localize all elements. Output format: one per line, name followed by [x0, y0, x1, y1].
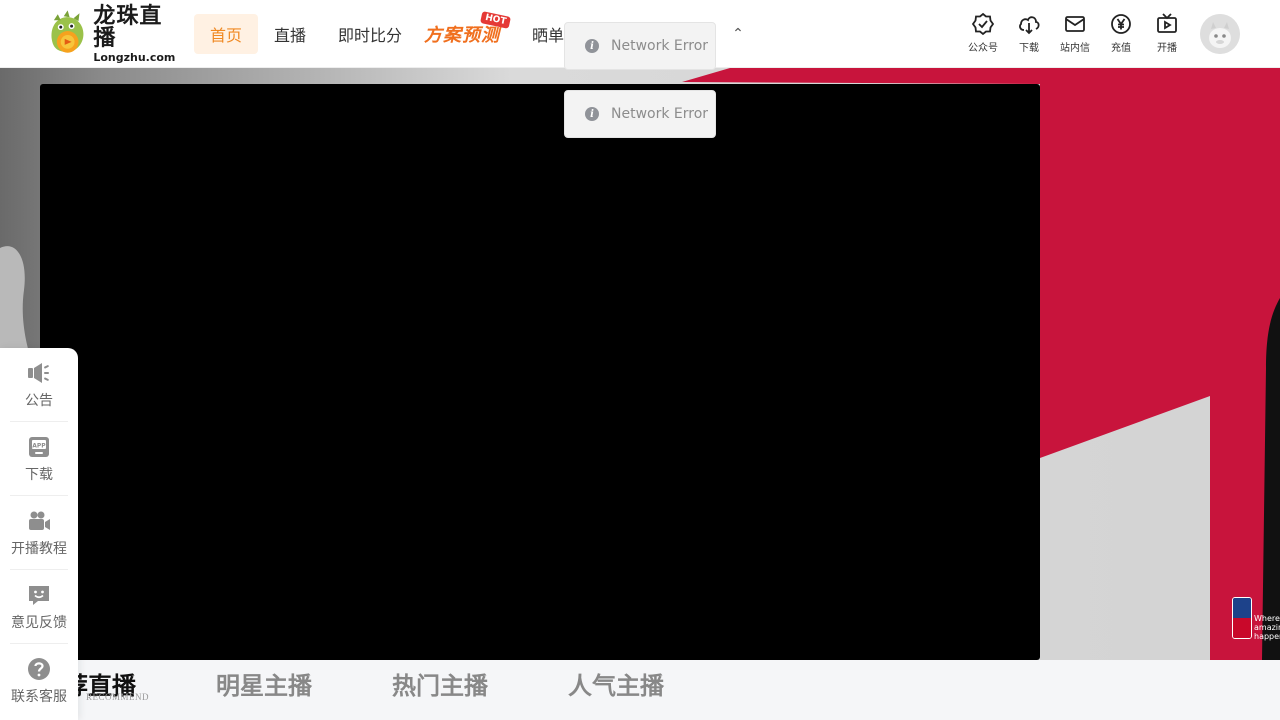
- nba-logo: [1232, 597, 1252, 639]
- nav-live[interactable]: 直播: [258, 14, 322, 54]
- tab-star-streamers[interactable]: 明星主播: [216, 666, 312, 701]
- side-toolbar: 公告 APP 下载 开播教程 意见反馈 联系客服: [0, 348, 78, 720]
- toast-message: Network Error: [611, 38, 709, 54]
- nav-prediction[interactable]: 方案预测 HOT: [422, 11, 512, 54]
- tv-play-icon: [1157, 13, 1177, 33]
- tool-download[interactable]: 下载: [1006, 12, 1052, 54]
- nba-tagline: Where amazing happens: [1254, 614, 1280, 642]
- svg-text:APP: APP: [32, 442, 46, 449]
- error-toast: i Network Error: [564, 22, 716, 70]
- help-circle-icon: [28, 658, 50, 680]
- video-camera-icon: [29, 511, 50, 530]
- info-icon: i: [585, 107, 599, 121]
- badge-check-icon: [971, 12, 995, 36]
- app-phone-icon: APP: [29, 436, 49, 457]
- logo-domain: Longzhu.com: [93, 50, 176, 64]
- nav-home[interactable]: 首页: [194, 14, 259, 54]
- side-broadcast-tutorial[interactable]: 开播教程: [10, 496, 68, 570]
- mail-icon: [1065, 16, 1085, 32]
- tab-recommended-subtitle: RECOMMEND: [86, 692, 150, 702]
- megaphone-icon: [28, 362, 49, 383]
- header-tools: 公众号 下载 站内信 充值 开播: [960, 12, 1190, 54]
- tab-hot-streamers[interactable]: 热门主播: [392, 666, 488, 701]
- cloud-download-icon: [1019, 16, 1040, 35]
- side-customer-service[interactable]: 联系客服: [10, 644, 68, 718]
- toast-message: Network Error: [611, 106, 709, 122]
- site-logo[interactable]: 龙珠直播 Longzhu.com: [44, 5, 184, 63]
- nav-prediction-label: 方案预测: [424, 25, 501, 46]
- video-player[interactable]: [40, 84, 1040, 660]
- feedback-chat-icon: [29, 585, 49, 605]
- logo-title: 龙珠直播: [93, 3, 163, 51]
- tool-messages[interactable]: 站内信: [1052, 12, 1098, 54]
- yen-coin-icon: [1111, 14, 1131, 34]
- error-toast: i Network Error: [564, 90, 716, 138]
- side-feedback[interactable]: 意见反馈: [10, 570, 68, 644]
- nav-live-score[interactable]: 即时比分: [322, 14, 418, 54]
- info-icon: i: [585, 39, 599, 53]
- user-avatar[interactable]: [1200, 14, 1240, 54]
- tool-official-account[interactable]: 公众号: [960, 12, 1006, 54]
- tool-start-broadcast[interactable]: 开播: [1144, 12, 1190, 54]
- avatar-dragon-icon: [1200, 14, 1240, 54]
- dragon-mascot-icon: [51, 10, 84, 53]
- side-announcement[interactable]: 公告: [10, 348, 68, 422]
- streamer-tabs: 推荐直播 明星主播 热门主播 人气主播: [0, 660, 1280, 720]
- tool-recharge[interactable]: 充值: [1098, 12, 1144, 54]
- chevron-down-icon[interactable]: ⌃: [732, 26, 744, 42]
- tab-popular-streamers[interactable]: 人气主播: [568, 666, 664, 701]
- side-download[interactable]: APP 下载: [10, 422, 68, 496]
- hero-banner: Where amazing happens: [0, 68, 1280, 660]
